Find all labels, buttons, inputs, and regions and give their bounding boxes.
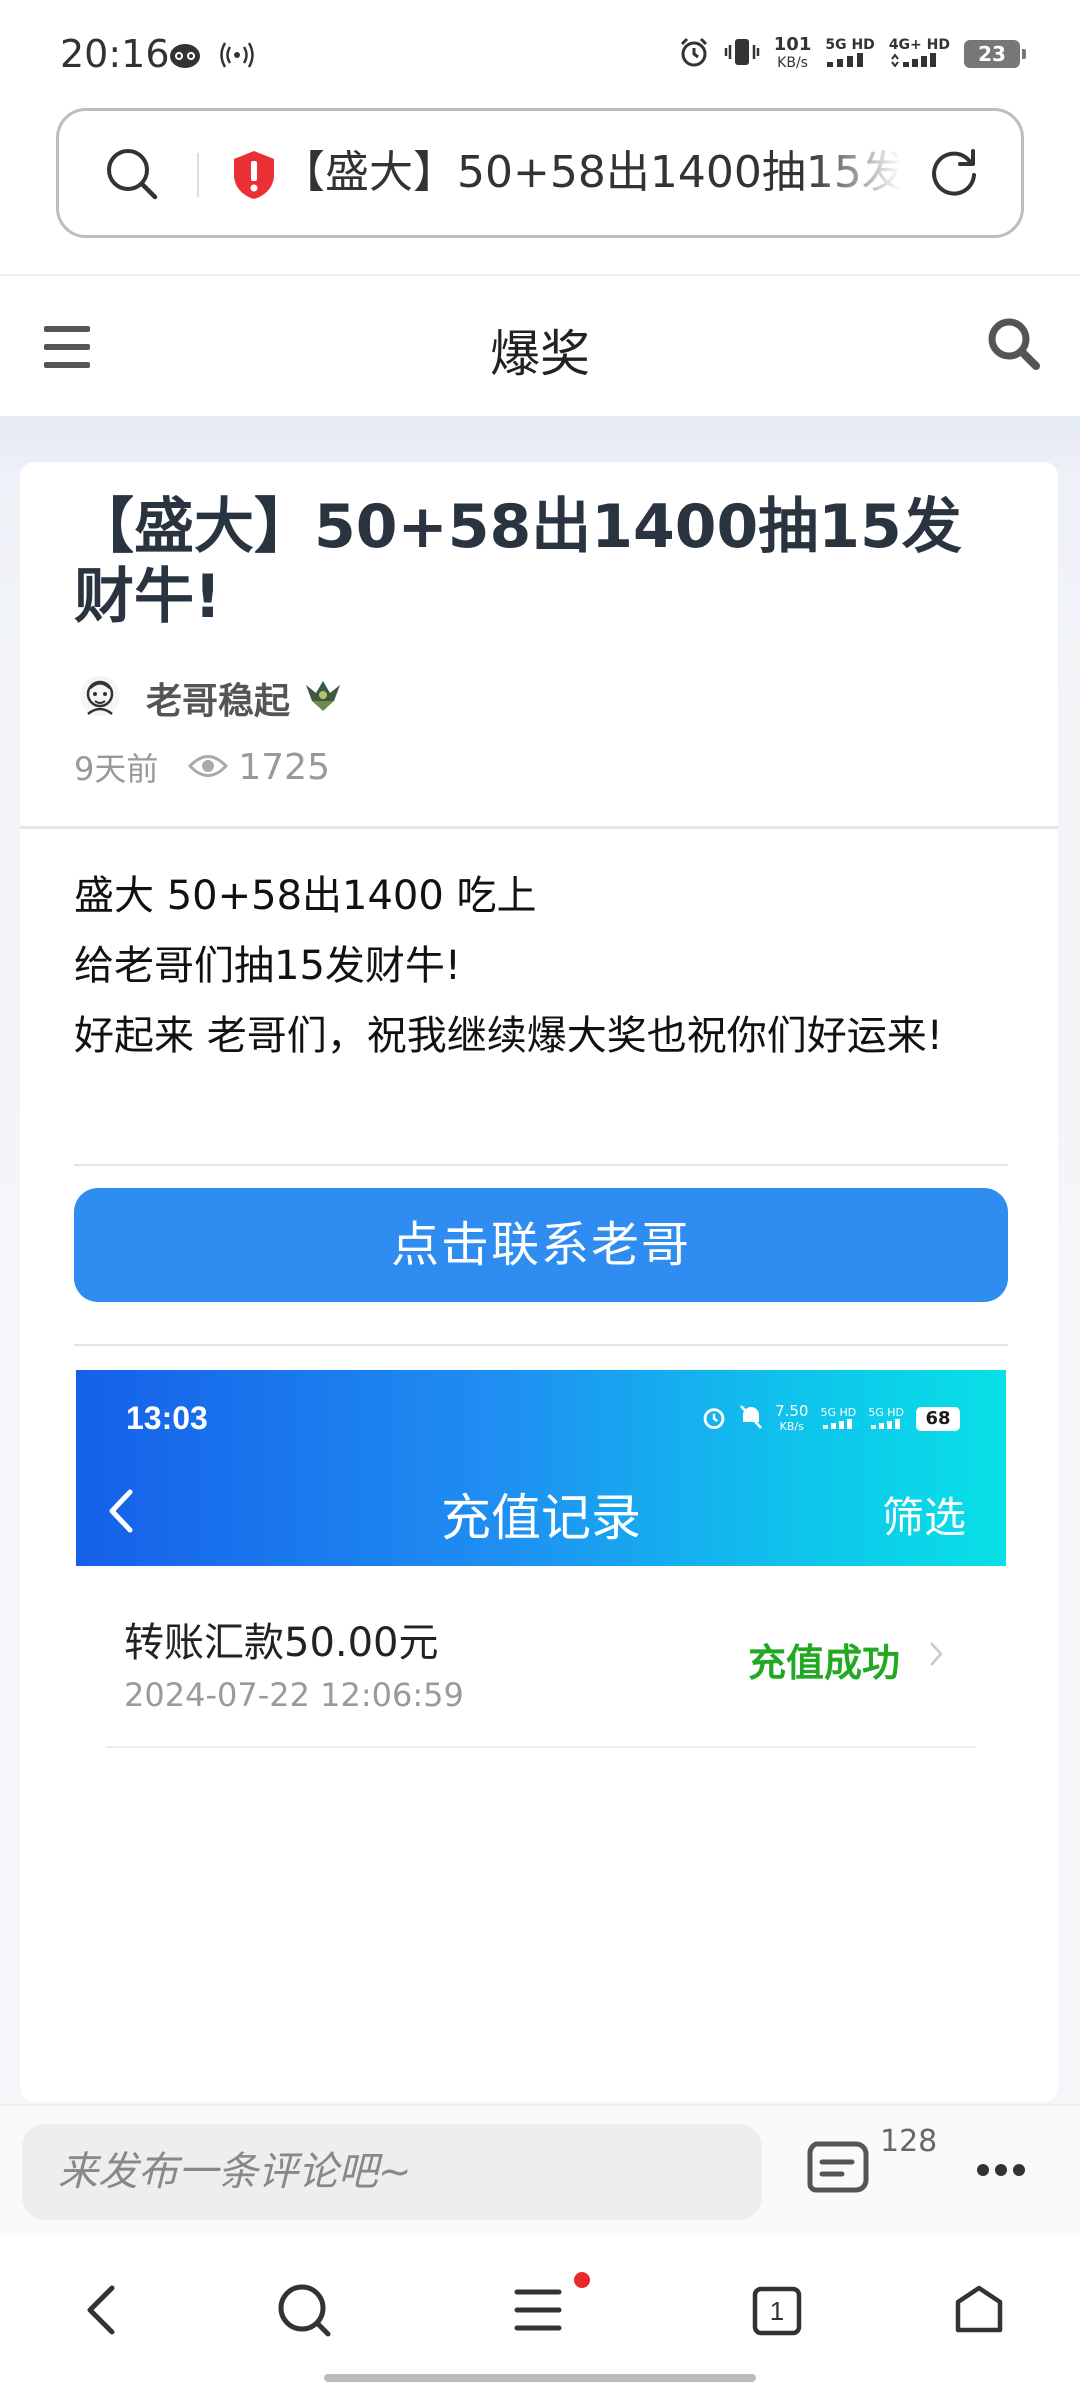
record-divider (106, 1746, 976, 1748)
card-divider (20, 826, 1058, 829)
divider (74, 1344, 1008, 1346)
face-icon (168, 40, 202, 74)
chevron-right-icon (928, 1640, 944, 1672)
status-time: 20:16 (60, 32, 170, 76)
page-title: 爆奖 (490, 325, 590, 383)
gesture-bar[interactable] (324, 2374, 756, 2382)
record-title: 转账汇款50.00元 (124, 1620, 439, 1666)
post-card: 【盛大】50+58出1400抽15发财牛! 老哥稳起 9天前 1725 盛大 5… (20, 462, 1058, 2102)
status-right-icons: 101 KB/s 5G HD 4G+ HD 23 (678, 34, 1026, 72)
app-header: 爆奖 (0, 276, 1080, 416)
record-status: 充值成功 (747, 1641, 900, 1685)
rank-badge-icon (304, 679, 342, 717)
comment-count: 128 (880, 2124, 938, 2159)
author-name[interactable]: 老哥稳起 (146, 672, 290, 724)
post-paragraph: 给老哥们抽15发财牛! (74, 943, 461, 989)
alarm-icon (678, 36, 710, 72)
view-count-value: 1725 (238, 746, 330, 788)
tabs-icon[interactable]: 1 (752, 2286, 802, 2340)
vibrate-icon (724, 36, 760, 72)
screenshot-signal-2: 5G HD (868, 1406, 904, 1432)
network-speed: 101 KB/s (773, 34, 812, 72)
post-paragraph: 好起来 老哥们，祝我继续爆大奖也祝你们好运来! (74, 1013, 943, 1059)
hotspot-icon (220, 41, 254, 73)
menu-icon[interactable] (514, 2288, 562, 2336)
post-title: 【盛大】50+58出1400抽15发财牛! (74, 492, 962, 632)
url-text[interactable]: 【盛大】50+58出1400抽15发财牛! (281, 141, 901, 205)
comment-input[interactable]: 来发布一条评论吧~ (22, 2124, 762, 2220)
alarm-icon (701, 1404, 727, 1434)
screenshot-speed: 7.50 KB/s (775, 1402, 809, 1434)
search-icon[interactable] (105, 147, 159, 205)
divider (74, 1164, 1008, 1166)
mute-icon (739, 1404, 763, 1434)
battery-icon: 23 (964, 40, 1026, 68)
author-row[interactable]: 老哥稳起 (78, 672, 342, 724)
url-bar[interactable]: 【盛大】50+58出1400抽15发财牛! (56, 108, 1024, 238)
screenshot-title: 充值记录 (441, 1489, 641, 1547)
comment-bar: 来发布一条评论吧~ 128 (0, 2104, 1080, 2236)
home-icon[interactable] (954, 2284, 1004, 2338)
comment-icon[interactable] (806, 2140, 870, 2204)
signal-4g: 4G+ HD (889, 38, 950, 71)
recharge-screenshot-image[interactable]: 13:03 7.50 KB/s 5G HD 5G HD 68 充值记录 筛选 转… (76, 1370, 1006, 1754)
status-bar: 20:16 101 KB/s 5G HD 4G+ HD 23 (0, 0, 1080, 100)
tabs-count: 1 (769, 2296, 785, 2326)
post-paragraph: 盛大 50+58出1400 吃上 (74, 873, 537, 919)
view-count: 1725 (188, 747, 330, 788)
contact-button[interactable]: 点击联系老哥 (74, 1188, 1008, 1302)
notification-dot (574, 2272, 590, 2288)
status-left-icons (168, 40, 254, 74)
back-icon[interactable] (84, 2282, 118, 2342)
screenshot-header: 13:03 7.50 KB/s 5G HD 5G HD 68 充值记录 筛选 (76, 1370, 1006, 1566)
signal-bars-icon (827, 52, 864, 67)
signal-bars-icon (891, 52, 936, 68)
post-body: 盛大 50+58出1400 吃上 给老哥们抽15发财牛! 好起来 老哥们，祝我继… (74, 872, 974, 1082)
avatar[interactable] (78, 674, 122, 722)
eye-icon (188, 747, 229, 788)
screenshot-filter: 筛选 (881, 1493, 966, 1542)
screenshot-time: 13:03 (126, 1400, 208, 1436)
reload-icon[interactable] (927, 145, 981, 203)
warning-shield-icon[interactable] (231, 149, 277, 205)
post-meta: 9天前 1725 (74, 744, 330, 790)
search-icon[interactable] (276, 2282, 332, 2342)
url-divider (197, 153, 199, 197)
screenshot-status-icons: 7.50 KB/s 5G HD 5G HD 68 (701, 1404, 960, 1434)
search-icon[interactable] (986, 316, 1042, 376)
post-time: 9天前 (74, 750, 159, 788)
record-date: 2024-07-22 12:06:59 (124, 1676, 464, 1714)
more-icon[interactable] (976, 2162, 1026, 2181)
screenshot-signal-1: 5G HD (820, 1406, 856, 1432)
browser-nav-bar: 1 (0, 2236, 1080, 2388)
signal-5g: 5G HD (825, 38, 875, 71)
battery-icon: 68 (916, 1407, 960, 1431)
